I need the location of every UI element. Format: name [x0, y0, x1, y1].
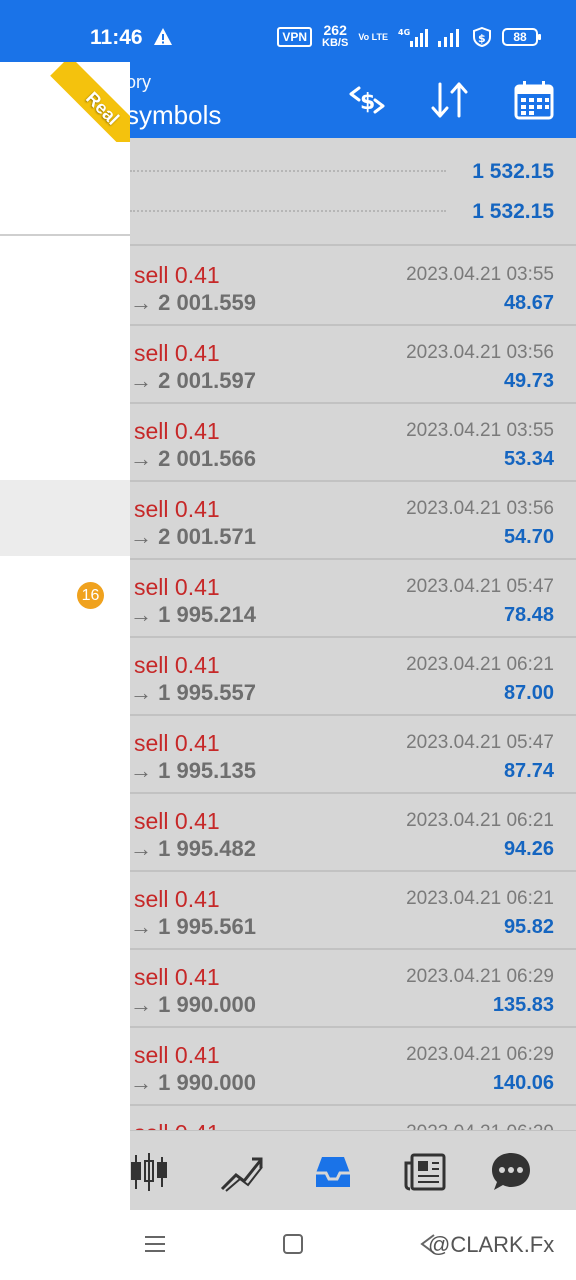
deal-time: 2023.04.21 03:56 [406, 498, 554, 519]
calendar-icon[interactable] [512, 78, 556, 122]
deal-operation: sell 0.41 [134, 262, 220, 288]
deal-operation: sell 0.41 [134, 886, 220, 912]
status-time: 11:46 [90, 26, 143, 49]
deal-operation: sell 0.41 [134, 496, 220, 522]
deal-time: 2023.04.21 06:21 [406, 810, 554, 831]
deal-time: 2023.04.21 03:56 [406, 342, 554, 363]
deal-time: 2023.04.21 05:47 [406, 576, 554, 597]
deal-time: 2023.04.21 03:55 [406, 264, 554, 285]
watermark: @CLARK.Fx [428, 1232, 555, 1257]
drawer-header-divider [0, 234, 130, 236]
chart-icon[interactable] [126, 1149, 172, 1195]
svg-text:$: $ [478, 32, 486, 45]
deal-price: → 1 995.557 [130, 680, 256, 705]
deal-profit: 78.48 [503, 604, 554, 626]
svg-text:4G: 4G [398, 28, 410, 37]
deal-time: 2023.04.21 06:29 [406, 1122, 554, 1130]
deal-profit: 53.34 [503, 448, 554, 470]
deal-price: → 2 001.597 [130, 368, 256, 393]
deal-profit: 135.83 [492, 994, 554, 1016]
signal-icon [438, 29, 459, 47]
deal-operation: sell 0.41 [134, 340, 220, 366]
ribbon-band: Real [50, 62, 130, 142]
deal-profit: 87.00 [503, 682, 554, 704]
ribbon-label: Real [82, 87, 124, 129]
dollar-shield-icon: $ [473, 27, 491, 47]
history-icon[interactable] [310, 1149, 356, 1195]
trade-icon[interactable] [218, 1149, 264, 1195]
volte-label: Vo LTE [358, 31, 388, 42]
deal-profit: 87.74 [503, 760, 554, 782]
deal-profit: 94.26 [503, 838, 554, 860]
deal-operation: sell 0.41 [134, 574, 220, 600]
svg-text:$: $ [360, 90, 375, 115]
chat-icon[interactable] [488, 1149, 534, 1195]
deal-price: → 2 001.566 [130, 446, 256, 471]
account-ribbon: Real [50, 62, 130, 142]
home-icon[interactable] [281, 1232, 305, 1256]
vpn-badge: VPN [277, 27, 313, 47]
net-speed-value: 262 [323, 22, 347, 38]
net-speed: 262 KB/S [322, 22, 349, 49]
deal-time: 2023.04.21 03:55 [406, 420, 554, 441]
deal-profit: 48.67 [503, 292, 554, 314]
warning-icon [154, 28, 172, 45]
deal-time: 2023.04.21 05:47 [406, 732, 554, 753]
sort-icon[interactable] [428, 78, 472, 122]
news-icon[interactable] [402, 1149, 448, 1195]
drawer-item-selected[interactable] [0, 480, 130, 556]
dotted-leader [130, 170, 446, 172]
status-bar: 11:46 VPN 262 KB/S Vo LTE 4G $ 88 [0, 0, 576, 62]
deal-operation: sell 0.41 [134, 1120, 220, 1130]
deal-price: → 1 990.000 [130, 992, 256, 1017]
deal-price: → 1 990.000 [130, 1070, 256, 1095]
deal-price: → 1 995.214 [130, 602, 256, 627]
deal-profit: 95.82 [503, 916, 554, 938]
battery-indicator: 88 [502, 28, 541, 46]
deal-price: → 1 995.482 [130, 836, 256, 861]
app-title: symbols [126, 100, 222, 130]
deal-time: 2023.04.21 06:21 [406, 654, 554, 675]
deal-operation: sell 0.41 [134, 964, 220, 990]
menu-icon[interactable] [143, 1232, 167, 1256]
deal-operation: sell 0.41 [134, 808, 220, 834]
system-nav-bar: @CLARK.Fx [0, 1210, 576, 1280]
deal-profit: 140.06 [492, 1072, 554, 1094]
deal-price: → 2 001.559 [130, 290, 256, 315]
deposit-withdraw-icon[interactable]: $ [345, 78, 389, 122]
deal-operation: sell 0.41 [134, 418, 220, 444]
deal-operation: sell 0.41 [134, 652, 220, 678]
deal-profit: 49.73 [503, 370, 554, 392]
signal-4g-icon: 4G [398, 28, 428, 47]
deal-price: → 1 995.135 [130, 758, 256, 783]
deal-time: 2023.04.21 06:29 [406, 966, 554, 987]
deal-operation: sell 0.41 [134, 730, 220, 756]
notification-badge: 16 [77, 582, 104, 609]
dotted-leader [130, 210, 446, 212]
deal-profit: 54.70 [503, 526, 554, 548]
screen: 11:46 VPN 262 KB/S Vo LTE 4G $ 88 ory sy… [0, 0, 576, 1280]
summary-value: 1 532.15 [472, 160, 554, 183]
deal-time: 2023.04.21 06:21 [406, 888, 554, 909]
deal-operation: sell 0.41 [134, 1042, 220, 1068]
side-drawer: 16 Real [0, 62, 130, 1210]
deal-price: → 1 995.561 [130, 914, 256, 939]
deal-time: 2023.04.21 06:29 [406, 1044, 554, 1065]
net-speed-unit: KB/S [322, 37, 349, 49]
deal-price: → 2 001.571 [130, 524, 256, 549]
summary-value: 1 532.15 [472, 200, 554, 223]
status-icons: VPN 262 KB/S Vo LTE 4G $ 88 [277, 22, 541, 49]
